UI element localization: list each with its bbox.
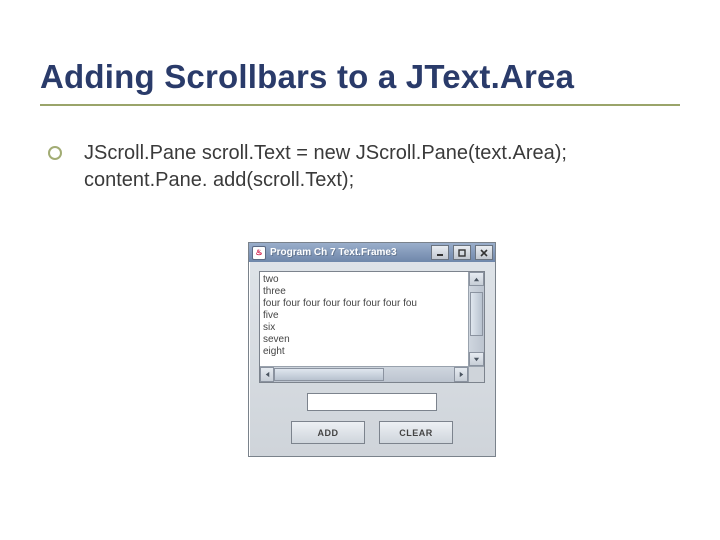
scroll-down-button[interactable] [469,352,484,366]
bullet-icon [48,146,62,160]
text-line: six [263,322,465,334]
horizontal-scrollbar[interactable] [260,366,468,382]
minimize-button[interactable] [431,245,449,260]
close-button[interactable] [475,245,493,260]
text-line: seven [263,334,465,346]
text-line: five [263,310,465,322]
input-field[interactable] [307,393,437,411]
text-area[interactable]: two three four four four four four four … [260,272,468,366]
program-window: ♨ Program Ch 7 Text.Frame3 two three fou… [248,242,496,457]
text-line: two [263,274,465,286]
java-icon: ♨ [252,246,266,260]
horizontal-scroll-thumb[interactable] [274,368,384,381]
chevron-right-icon [458,371,465,378]
text-line: eight [263,346,465,358]
scroll-left-button[interactable] [260,367,274,382]
clear-button[interactable]: CLEAR [379,421,453,444]
code-line-2: content.Pane. add(scroll.Text); [84,167,680,194]
maximize-icon [458,249,466,257]
text-line: three [263,286,465,298]
vertical-scrollbar[interactable] [468,272,484,366]
scroll-up-button[interactable] [469,272,484,286]
vertical-scroll-track[interactable] [469,286,484,352]
chevron-down-icon [473,356,480,363]
vertical-scroll-thumb[interactable] [470,292,483,336]
text-line: four four four four four four four fou [263,298,465,310]
titlebar: ♨ Program Ch 7 Text.Frame3 [249,243,495,262]
horizontal-scroll-track[interactable] [274,367,454,382]
button-row: ADD CLEAR [291,421,453,446]
maximize-button[interactable] [453,245,471,260]
window-title: Program Ch 7 Text.Frame3 [270,247,427,258]
scroll-corner [468,366,484,382]
scroll-right-button[interactable] [454,367,468,382]
scroll-pane: two three four four four four four four … [259,271,485,383]
minimize-icon [436,249,444,257]
code-line-1: JScroll.Pane scroll.Text = new JScroll.P… [84,140,680,167]
chevron-up-icon [473,276,480,283]
window-content: two three four four four four four four … [249,262,495,456]
title-underline [40,104,680,106]
add-button[interactable]: ADD [291,421,365,444]
close-icon [480,249,488,257]
java-icon-glyph: ♨ [255,248,262,257]
slide-body: JScroll.Pane scroll.Text = new JScroll.P… [40,140,680,194]
slide-title: Adding Scrollbars to a JText.Area [40,58,680,96]
slide: Adding Scrollbars to a JText.Area JScrol… [0,0,720,540]
chevron-left-icon [264,371,271,378]
